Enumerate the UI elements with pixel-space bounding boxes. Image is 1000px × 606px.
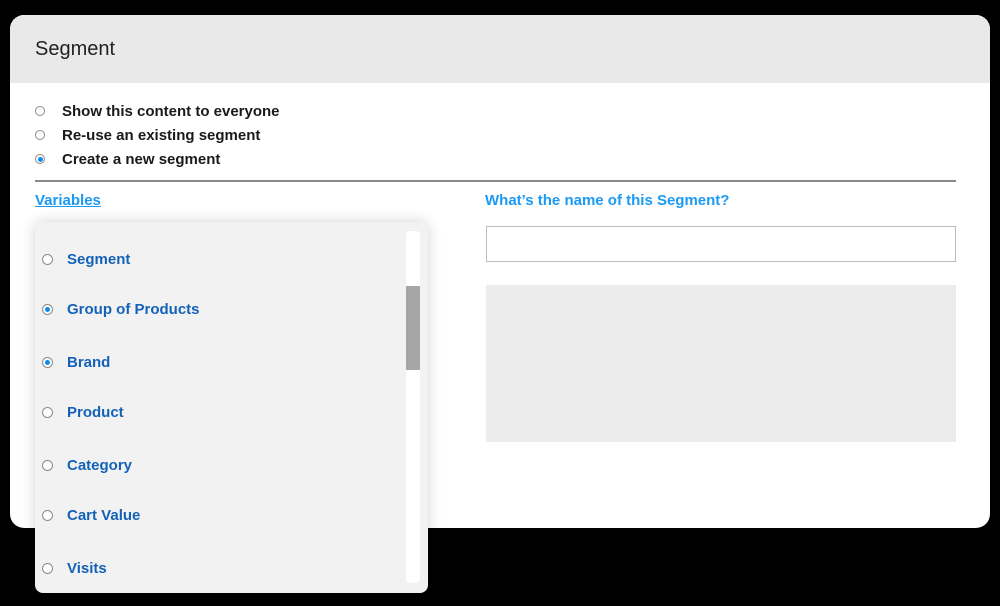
radio-icon[interactable]: [42, 459, 53, 471]
segment-name-label: What’s the name of this Segment?: [485, 192, 730, 209]
option-show-everyone[interactable]: Show this content to everyone: [35, 99, 280, 123]
variable-item-group-of-products[interactable]: Group of Products: [42, 299, 200, 319]
radio-icon[interactable]: [42, 406, 53, 418]
variables-link[interactable]: Variables: [35, 192, 101, 209]
radio-selected-icon[interactable]: [42, 303, 53, 315]
variable-label: Visits: [67, 559, 107, 577]
radio-icon[interactable]: [35, 106, 45, 116]
divider: [35, 180, 956, 182]
segment-preview-area: [486, 285, 956, 442]
panel-title: Segment: [35, 37, 116, 60]
variable-item-visits[interactable]: Visits: [42, 558, 107, 578]
scrollbar-thumb[interactable]: [406, 286, 420, 370]
variable-label: Segment: [67, 250, 131, 268]
audience-options: Show this content to everyone Re-use an …: [35, 99, 280, 171]
option-label: Re-use an existing segment: [62, 126, 261, 144]
variable-item-product[interactable]: Product: [42, 402, 124, 422]
variable-label: Category: [67, 456, 133, 474]
variable-label: Cart Value: [67, 506, 141, 524]
panel-header: Segment: [10, 15, 990, 83]
variable-label: Group of Products: [67, 300, 200, 318]
radio-selected-icon[interactable]: [35, 154, 45, 164]
scrollbar-track[interactable]: [406, 231, 420, 583]
variable-label: Product: [67, 403, 124, 421]
radio-icon[interactable]: [42, 562, 53, 574]
radio-selected-icon[interactable]: [42, 356, 53, 368]
variable-item-brand[interactable]: Brand: [42, 352, 110, 372]
segment-name-input[interactable]: [486, 226, 956, 262]
option-label: Show this content to everyone: [62, 102, 280, 120]
variable-item-cart-value[interactable]: Cart Value: [42, 505, 140, 525]
variables-dropdown: Segment Group of Products Brand Product …: [35, 222, 428, 593]
radio-icon[interactable]: [42, 253, 53, 265]
variable-item-segment[interactable]: Segment: [42, 249, 130, 269]
option-reuse-segment[interactable]: Re-use an existing segment: [35, 123, 280, 147]
radio-icon[interactable]: [42, 509, 53, 521]
variable-label: Brand: [67, 353, 111, 371]
option-create-segment[interactable]: Create a new segment: [35, 147, 280, 171]
radio-icon[interactable]: [35, 130, 45, 140]
variable-item-category[interactable]: Category: [42, 455, 132, 475]
option-label: Create a new segment: [62, 150, 221, 168]
